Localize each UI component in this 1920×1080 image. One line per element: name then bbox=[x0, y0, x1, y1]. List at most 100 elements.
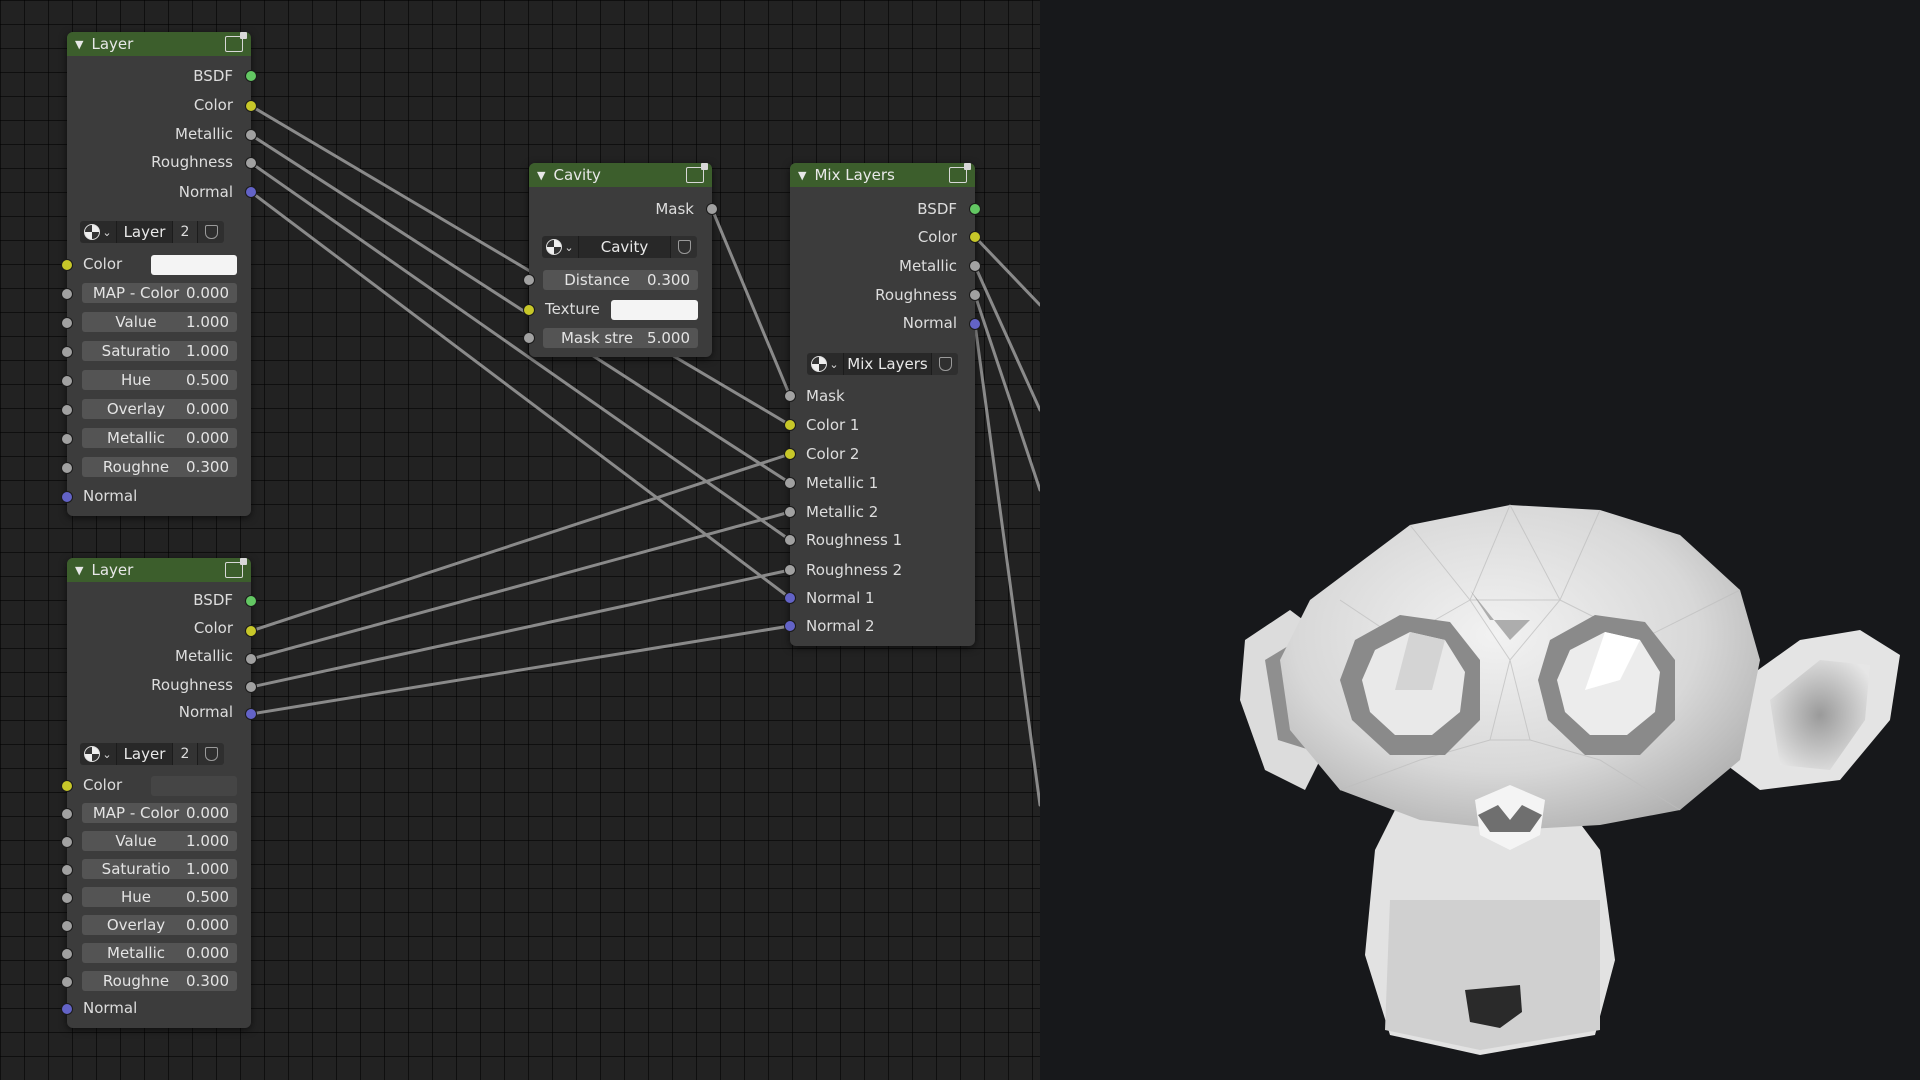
datablock-name[interactable]: Layer bbox=[116, 221, 172, 243]
output-normal-socket[interactable] bbox=[246, 709, 256, 719]
input-overlay-socket[interactable] bbox=[62, 405, 72, 415]
cavity-node-header[interactable]: ▼ Cavity bbox=[529, 163, 712, 187]
input-hue-socket[interactable] bbox=[62, 893, 72, 903]
mask-strength-field[interactable]: Mask stre 5.000 bbox=[543, 328, 698, 348]
input-roughness-socket[interactable] bbox=[62, 977, 72, 987]
saturation-field[interactable]: Saturatio 1.000 bbox=[82, 859, 237, 879]
overlay-field[interactable]: Overlay 0.000 bbox=[82, 399, 237, 419]
output-color-socket[interactable] bbox=[970, 232, 980, 242]
layer-datablock-selector[interactable]: ⌄ Layer 2 bbox=[80, 743, 224, 765]
input-normal1-socket[interactable] bbox=[785, 593, 795, 603]
input-normal-socket[interactable] bbox=[62, 1004, 72, 1014]
node-editor[interactable]: ▼ Layer BSDF Color Metallic Roughness No… bbox=[0, 0, 1040, 1080]
layer-node-2[interactable]: ▼ Layer BSDF Color Metallic Roughness No… bbox=[62, 558, 256, 1028]
input-value-socket[interactable] bbox=[62, 837, 72, 847]
fake-user-button[interactable] bbox=[197, 221, 224, 243]
map-color-field[interactable]: MAP - Color 0.000 bbox=[82, 283, 237, 303]
output-metallic-socket[interactable] bbox=[970, 261, 980, 271]
collapse-arrow-icon[interactable]: ▼ bbox=[75, 38, 83, 51]
input-saturation-socket[interactable] bbox=[62, 347, 72, 357]
input-roughness2-socket[interactable] bbox=[785, 565, 795, 575]
overlay-field[interactable]: Overlay 0.000 bbox=[82, 915, 237, 935]
collapse-arrow-icon[interactable]: ▼ bbox=[75, 564, 83, 577]
color-swatch[interactable] bbox=[151, 255, 237, 275]
mix-layers-node[interactable]: ▼ Mix Layers BSDF Color Metallic Roughne… bbox=[785, 163, 980, 646]
user-count-button[interactable]: 2 bbox=[172, 743, 197, 765]
fake-user-button[interactable] bbox=[670, 236, 697, 258]
browse-nodegroup-button[interactable]: ⌄ bbox=[80, 221, 116, 243]
input-color1-socket[interactable] bbox=[785, 420, 795, 430]
output-color-socket[interactable] bbox=[246, 101, 256, 111]
node-group-icon[interactable] bbox=[225, 558, 247, 578]
output-metallic-socket[interactable] bbox=[246, 130, 256, 140]
input-metallic2-socket[interactable] bbox=[785, 507, 795, 517]
input-hue-socket[interactable] bbox=[62, 376, 72, 386]
value-field[interactable]: Value 1.000 bbox=[82, 831, 237, 851]
input-overlay-socket[interactable] bbox=[62, 921, 72, 931]
layer-datablock-selector[interactable]: ⌄ Layer 2 bbox=[80, 221, 224, 243]
input-metallic1-socket[interactable] bbox=[785, 478, 795, 488]
output-bsdf-socket[interactable] bbox=[246, 71, 256, 81]
input-color2-socket[interactable] bbox=[785, 449, 795, 459]
saturation-field[interactable]: Saturatio 1.000 bbox=[82, 341, 237, 361]
roughness-field[interactable]: Roughne 0.300 bbox=[82, 971, 237, 991]
node-group-icon[interactable] bbox=[225, 32, 247, 52]
collapse-arrow-icon[interactable]: ▼ bbox=[537, 169, 545, 182]
input-mask-socket[interactable] bbox=[785, 391, 795, 401]
input-value-socket[interactable] bbox=[62, 318, 72, 328]
output-roughness-socket[interactable] bbox=[970, 290, 980, 300]
output-bsdf-socket[interactable] bbox=[246, 596, 256, 606]
distance-field[interactable]: Distance 0.300 bbox=[543, 270, 698, 290]
input-mask-strength-socket[interactable] bbox=[524, 333, 534, 343]
input-color-socket[interactable] bbox=[62, 781, 72, 791]
layer-node-1[interactable]: ▼ Layer BSDF Color Metallic Roughness No… bbox=[62, 32, 256, 516]
cavity-node[interactable]: ▼ Cavity Mask ⌄ Cavity Distance 0.300 Tex… bbox=[524, 163, 717, 357]
input-roughness1-socket[interactable] bbox=[785, 535, 795, 545]
output-mask-socket[interactable] bbox=[707, 204, 717, 214]
value-field[interactable]: Value 1.000 bbox=[82, 312, 237, 332]
input-roughness-socket[interactable] bbox=[62, 463, 72, 473]
node-group-icon[interactable] bbox=[686, 163, 708, 183]
output-color-socket[interactable] bbox=[246, 626, 256, 636]
browse-nodegroup-button[interactable]: ⌄ bbox=[542, 236, 578, 258]
datablock-name[interactable]: Mix Layers bbox=[843, 353, 931, 375]
hue-field[interactable]: Hue 0.500 bbox=[82, 887, 237, 907]
cavity-datablock-selector[interactable]: ⌄ Cavity bbox=[542, 236, 697, 258]
datablock-name[interactable]: Layer bbox=[116, 743, 172, 765]
hue-field[interactable]: Hue 0.500 bbox=[82, 370, 237, 390]
input-color-socket[interactable] bbox=[62, 260, 72, 270]
map-color-field[interactable]: MAP - Color 0.000 bbox=[82, 803, 237, 823]
datablock-name[interactable]: Cavity bbox=[578, 236, 670, 258]
3d-viewport[interactable] bbox=[1040, 0, 1920, 1080]
input-map-color-socket[interactable] bbox=[62, 809, 72, 819]
input-normal2-socket[interactable] bbox=[785, 621, 795, 631]
mix-layers-datablock-selector[interactable]: ⌄ Mix Layers bbox=[807, 353, 958, 375]
color-swatch[interactable] bbox=[151, 776, 237, 796]
fake-user-button[interactable] bbox=[931, 353, 958, 375]
roughness-field[interactable]: Roughne 0.300 bbox=[82, 457, 237, 477]
output-roughness-socket[interactable] bbox=[246, 682, 256, 692]
layer-node-1-header[interactable]: ▼ Layer bbox=[67, 32, 251, 56]
metallic-field[interactable]: Metallic 0.000 bbox=[82, 428, 237, 448]
browse-nodegroup-button[interactable]: ⌄ bbox=[807, 353, 843, 375]
input-normal-socket[interactable] bbox=[62, 492, 72, 502]
user-count-button[interactable]: 2 bbox=[172, 221, 197, 243]
browse-nodegroup-button[interactable]: ⌄ bbox=[80, 743, 116, 765]
output-normal-socket[interactable] bbox=[246, 187, 256, 197]
input-distance-socket[interactable] bbox=[524, 275, 534, 285]
input-map-color-socket[interactable] bbox=[62, 289, 72, 299]
input-metallic-socket[interactable] bbox=[62, 949, 72, 959]
output-metallic-socket[interactable] bbox=[246, 654, 256, 664]
mix-layers-node-header[interactable]: ▼ Mix Layers bbox=[790, 163, 975, 187]
output-roughness-socket[interactable] bbox=[246, 158, 256, 168]
output-bsdf-socket[interactable] bbox=[970, 204, 980, 214]
input-texture-socket[interactable] bbox=[524, 305, 534, 315]
collapse-arrow-icon[interactable]: ▼ bbox=[798, 169, 806, 182]
layer-node-2-header[interactable]: ▼ Layer bbox=[67, 558, 251, 582]
fake-user-button[interactable] bbox=[197, 743, 224, 765]
node-group-icon[interactable] bbox=[949, 163, 971, 183]
metallic-field[interactable]: Metallic 0.000 bbox=[82, 943, 237, 963]
input-metallic-socket[interactable] bbox=[62, 434, 72, 444]
input-saturation-socket[interactable] bbox=[62, 865, 72, 875]
texture-swatch[interactable] bbox=[611, 300, 698, 320]
